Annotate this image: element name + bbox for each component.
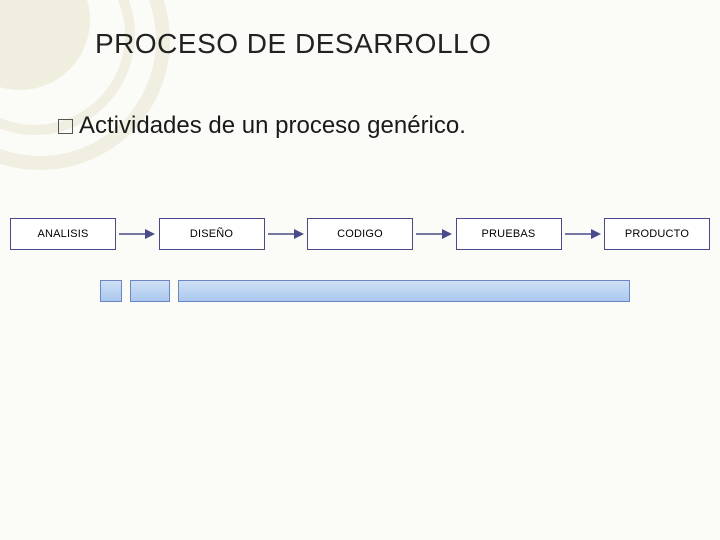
bar-segment-medium (130, 280, 170, 302)
process-flow: ANALISIS DISEÑO CODIGO PRUEBAS (10, 218, 710, 250)
arrow-right-icon (119, 224, 155, 244)
slide: PROCESO DE DESARROLLO Actividades de un … (0, 0, 720, 540)
arrow-right-icon (268, 224, 304, 244)
arrow-right-icon (416, 224, 452, 244)
decorative-rings (0, 0, 170, 170)
flow-node-codigo: CODIGO (307, 218, 413, 250)
bar-segment-large (178, 280, 630, 302)
progress-bars (100, 280, 630, 302)
flow-node-analisis: ANALISIS (10, 218, 116, 250)
bullet-line: Actividades de un proceso genérico. (58, 112, 466, 140)
flow-node-pruebas: PRUEBAS (456, 218, 562, 250)
bullet-square-icon (58, 119, 73, 134)
flow-node-diseno: DISEÑO (159, 218, 265, 250)
flow-node-producto: PRODUCTO (604, 218, 710, 250)
slide-title: PROCESO DE DESARROLLO (95, 28, 491, 60)
arrow-right-icon (565, 224, 601, 244)
bar-segment-small (100, 280, 122, 302)
bullet-text: Actividades de un proceso genérico. (79, 112, 466, 140)
